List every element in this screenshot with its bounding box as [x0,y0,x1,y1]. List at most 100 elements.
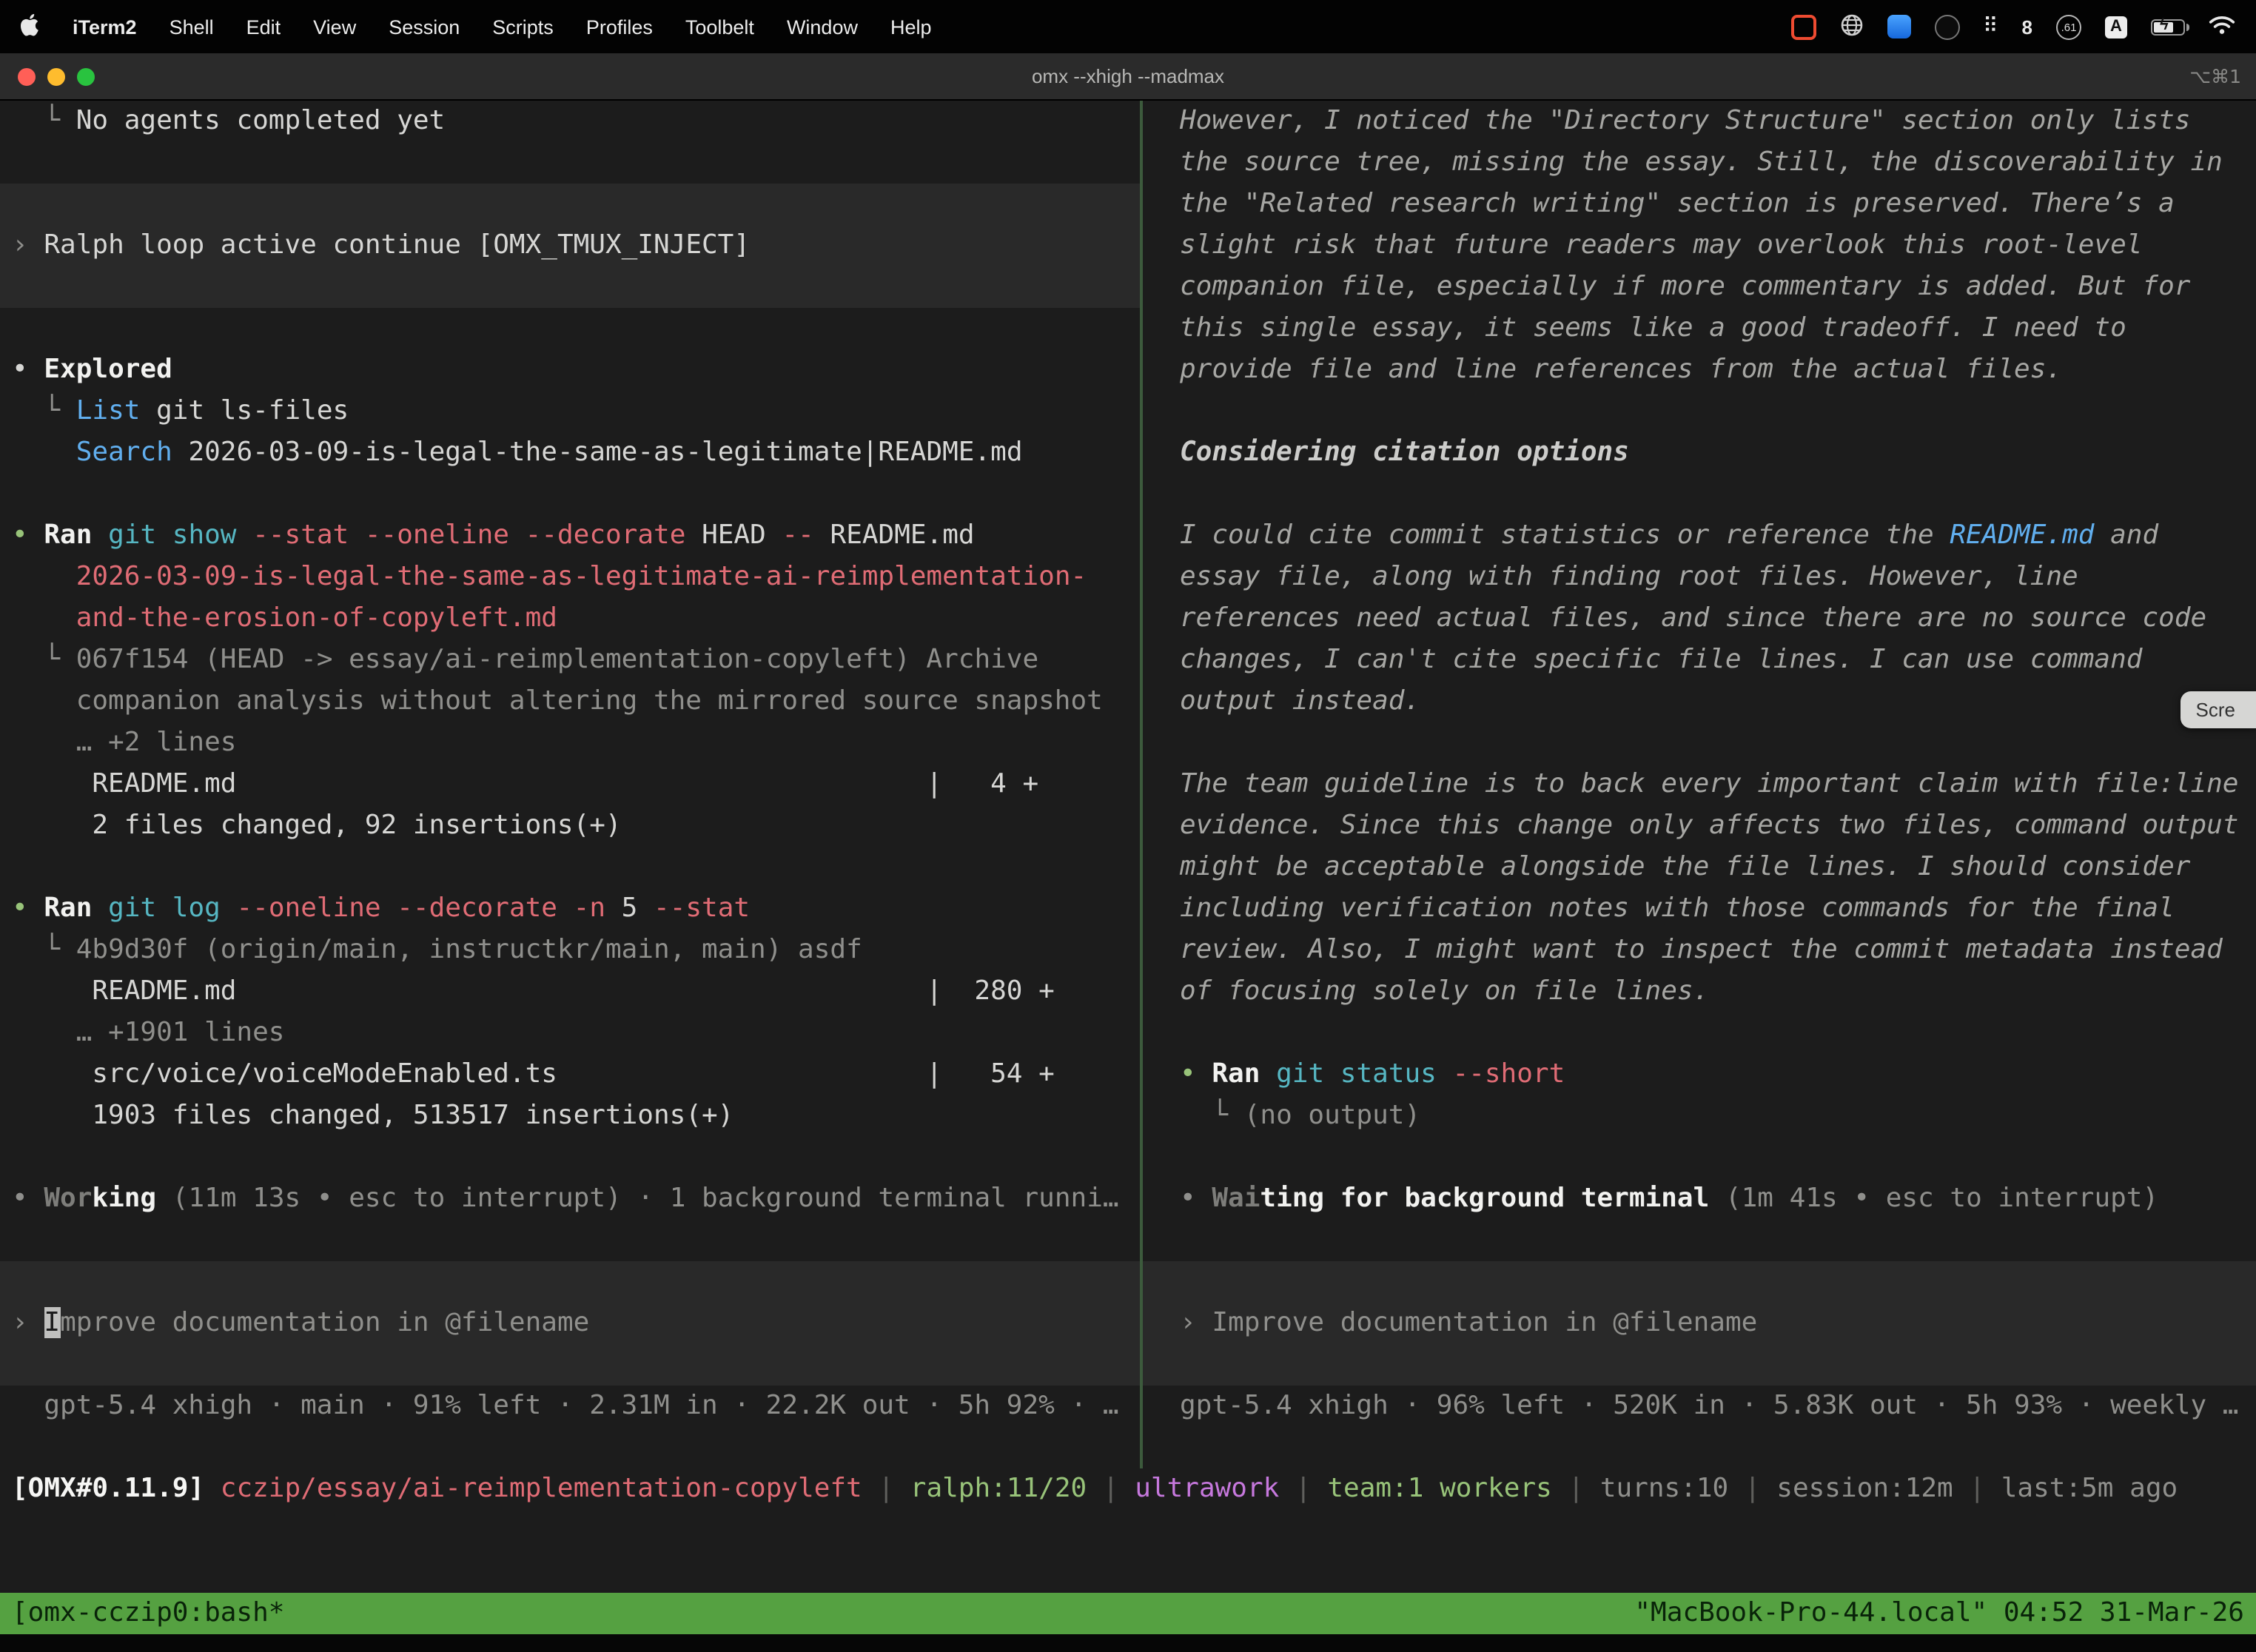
globe-icon[interactable] [1839,13,1863,41]
text-run: Ran [1212,1058,1260,1089]
text-run: | [1552,1473,1600,1504]
terminal-pane-left[interactable]: └ No agents completed yet › Ralph loop ac… [0,101,1140,1468]
blue-app-icon[interactable] [1887,15,1910,38]
text-run: Ran [44,893,92,924]
text-run: … +1901 lines [12,1017,284,1048]
menu-item-iterm2[interactable]: iTerm2 [73,16,137,38]
terminal-line: evidence. Since this change only affects… [1180,805,2239,847]
terminal-line: the "Related research writing" section i… [1180,184,2175,225]
terminal-line: references need actual files, and since … [1180,598,2206,639]
text-run [92,893,108,924]
terminal-line: • Working (11m 13s • esc to interrupt) ·… [12,1178,1119,1220]
terminal-line: including verification notes with those … [1180,888,2175,930]
text-run: provide file and line references from th… [1180,354,2062,385]
text-run: Improve documentation in @filename [1212,1307,1757,1338]
wifi-icon[interactable] [2209,14,2235,39]
menu-item-session[interactable]: Session [389,16,460,38]
pane-status-line: gpt-5.4 xhigh · main · 91% left · 2.31M … [12,1386,1119,1427]
text-run: --stat --oneline --decorate [252,520,685,551]
prompt-input[interactable]: › Improve documentation in @filename [1180,1303,1757,1344]
text-run: session:12m [1776,1473,1953,1504]
menu-status-icons: ⠿ 8 .61 A ϟ [1790,13,2235,41]
text-run [1260,1058,1276,1089]
menu-item-profiles[interactable]: Profiles [586,16,653,38]
text-run: └ [12,934,76,965]
text-run: • [12,354,44,385]
omx-status-bar: [OMX#0.11.9] cczip/essay/ai-reimplementa… [12,1468,2178,1510]
terminal-pane-right[interactable]: However, I noticed the "Directory Struct… [1143,101,2256,1468]
text-run: › [12,1307,44,1338]
text-run: I could cite commit statistics or refere… [1180,520,1950,551]
screen-notification[interactable]: Scre [2181,691,2256,728]
terminal-line: 2 files changed, 92 insertions(+) [12,805,622,847]
text-run: --short [1453,1058,1565,1089]
text-run: might be acceptable alongside the file l… [1180,851,2190,882]
gauge-icon[interactable]: .61 [2056,14,2081,39]
terminal-line: └ No agents completed yet [12,101,445,142]
text-run: this single essay, it seems like a good … [1180,312,2126,343]
text-run: the source tree, missing the essay. Stil… [1180,147,2223,178]
terminal-line: └ 067f154 (HEAD -> essay/ai-reimplementa… [12,639,1038,681]
text-run: ting for background terminal [1260,1183,1709,1214]
text-run: references need actual files, and since … [1180,602,2206,634]
text-run: changes, I can't cite specific file line… [1180,644,2142,675]
text-run: | [1087,1473,1135,1504]
text-run: git log [108,893,221,924]
menu-item-shell[interactable]: Shell [169,16,214,38]
terminal-line: › Ralph loop active continue [OMX_TMUX_I… [12,225,750,266]
terminal-line: … +1901 lines [12,1013,284,1054]
window-shortcut-badge: ⌥⌘1 [2189,65,2241,87]
text-run: └ [12,395,76,426]
text-run: | [1953,1473,2001,1504]
text-run: List [76,395,141,426]
text-run: • [1180,1183,1212,1214]
text-run: • [12,520,44,551]
text-run: slight risk that future readers may over… [1180,229,2142,261]
text-run: Considering citation options [1180,437,1629,468]
record-stop-icon[interactable] [1790,14,1816,39]
tmux-session-label: [omx-cczip0:bash* [12,1593,284,1634]
grid-dots-icon[interactable]: ⠿ [1983,15,1998,38]
terminal-line: and-the-erosion-of-copyleft.md [12,598,557,639]
menu-item-scripts[interactable]: Scripts [492,16,554,38]
dark-app-icon[interactable] [1934,14,1959,39]
text-run: --oneline --decorate -n [237,893,606,924]
text-run: Wor [44,1183,92,1214]
text-run: ralph:11/20 [910,1473,1087,1504]
text-run: | [862,1473,910,1504]
text-run: › [1180,1307,1212,1338]
menu-item-toolbelt[interactable]: Toolbelt [685,16,754,38]
prompt-input[interactable]: › Improve documentation in @filename [12,1303,589,1344]
input-source-icon[interactable]: A [2105,16,2127,38]
text-run: (11m 13s • esc to interrupt) · 1 backgro… [156,1183,1118,1214]
text-run: turns:10 [1600,1473,1728,1504]
text-run: companion analysis without altering the … [12,685,1103,716]
terminal-line: companion analysis without altering the … [12,681,1103,722]
text-run: However, I noticed the "Directory Struct… [1180,105,2190,136]
digit-8-icon[interactable]: 8 [2022,16,2032,38]
text-run: └ [1180,1100,1244,1131]
terminal-line: changes, I can't cite specific file line… [1180,639,2142,681]
terminal-line: 1903 files changed, 513517 insertions(+) [12,1095,733,1137]
text-run: • [12,893,44,924]
battery-charging-icon[interactable]: ϟ [2151,19,2185,35]
menu-item-view[interactable]: View [313,16,356,38]
terminal-line: However, I noticed the "Directory Struct… [1180,101,2190,142]
text-run: Ran [44,520,92,551]
text-run: mprove documentation in @filename [60,1307,589,1338]
apple-menu-icon[interactable] [21,13,40,41]
text-run: No agents completed yet [76,105,446,136]
terminal-line: 2026-03-09-is-legal-the-same-as-legitima… [12,557,1087,598]
text-run: and [2094,520,2158,551]
text-run: git status [1276,1058,1437,1089]
menu-item-edit[interactable]: Edit [246,16,281,38]
menu-items: iTerm2 Shell Edit View Session Scripts P… [21,13,932,41]
menu-item-window[interactable]: Window [787,16,858,38]
menu-item-help[interactable]: Help [890,16,932,38]
text-run [12,437,76,468]
terminal-line: the source tree, missing the essay. Stil… [1180,142,2223,184]
terminal-line: └ 4b9d30f (origin/main, instructkr/main,… [12,930,862,971]
text-run: 5 [605,893,654,924]
terminal-line: Search 2026-03-09-is-legal-the-same-as-l… [12,432,1023,474]
text-run: essay file, along with finding root file… [1180,561,2078,592]
